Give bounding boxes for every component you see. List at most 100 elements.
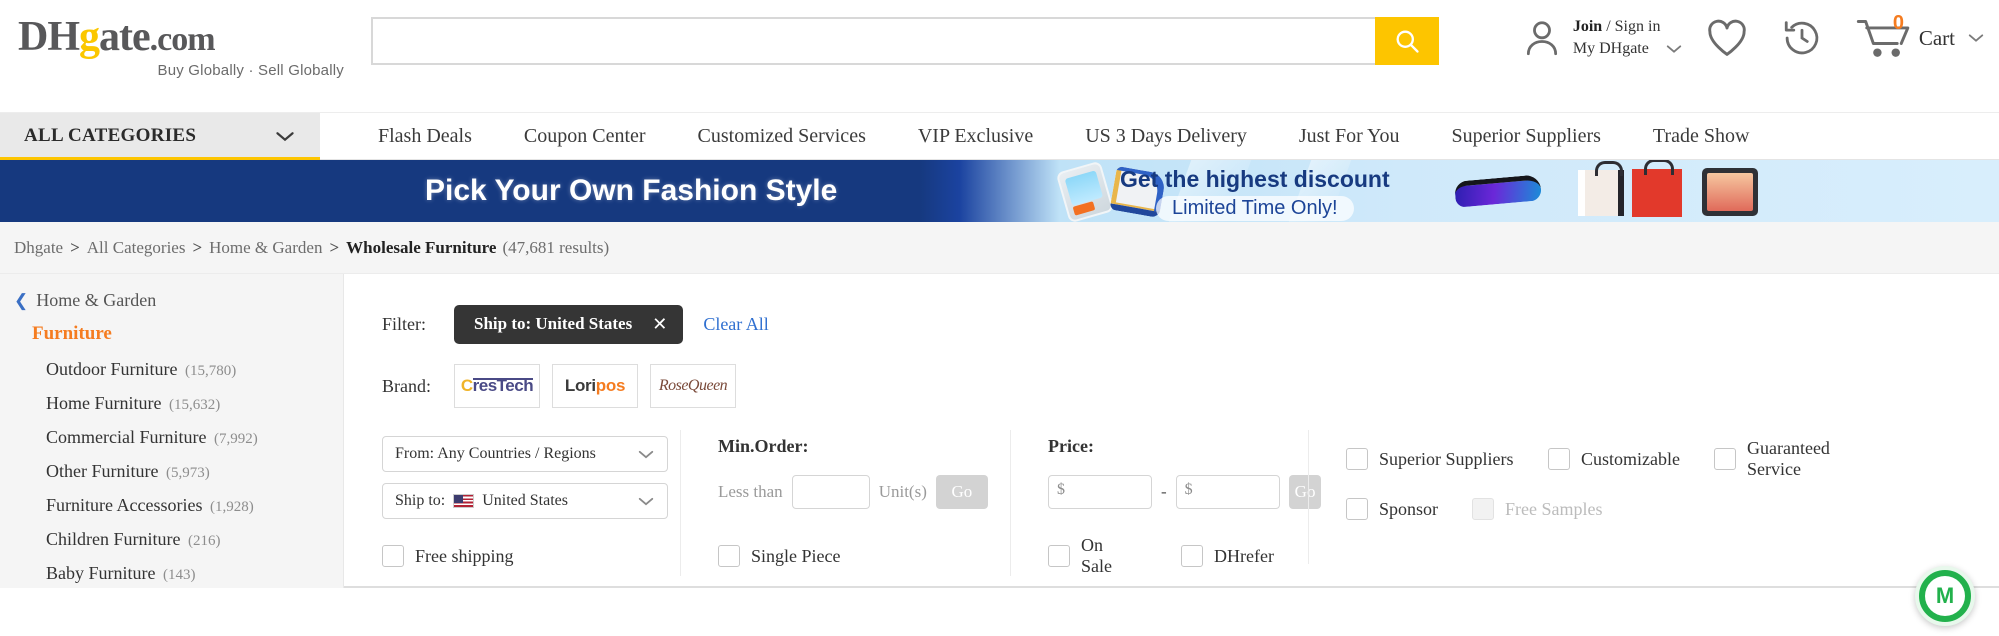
active-filter-label: Ship to: United States — [474, 314, 632, 334]
nav-item-flash-deals[interactable]: Flash Deals — [352, 125, 498, 148]
search-input[interactable] — [371, 17, 1375, 65]
sidebar-back-label: Home & Garden — [36, 290, 156, 311]
price-range-dash: - — [1161, 482, 1167, 502]
checkbox-label: Free Samples — [1505, 499, 1602, 520]
breadcrumb-dhgate[interactable]: Dhgate — [14, 238, 63, 258]
us-flag-icon — [453, 494, 474, 508]
sidebar-item-furniture-accessories[interactable]: Furniture Accessories (1,928) — [0, 495, 343, 516]
search-button[interactable] — [1375, 17, 1439, 65]
sidebar-item-commercial-furniture[interactable]: Commercial Furniture (7,992) — [0, 427, 343, 448]
min-order-input[interactable] — [792, 475, 870, 509]
active-filter-ship-to[interactable]: Ship to: United States ✕ — [454, 305, 683, 344]
chevron-down-icon — [637, 449, 655, 460]
logo-slogan: Buy Globally · Sell Globally — [18, 62, 348, 79]
checkbox-label: DHrefer — [1214, 546, 1274, 567]
checkbox-label: Customizable — [1581, 449, 1680, 470]
my-dhgate-label[interactable]: My DHgate — [1573, 38, 1649, 60]
nav-item-superior-suppliers[interactable]: Superior Suppliers — [1425, 125, 1626, 148]
sidebar-item-count: (216) — [188, 533, 221, 549]
breadcrumb-all-categories[interactable]: All Categories — [87, 238, 186, 258]
brand-logo-loripos: Loripos — [565, 376, 625, 396]
sidebar-item-outdoor-furniture[interactable]: Outdoor Furniture (15,780) — [0, 359, 343, 380]
checkbox-single-piece[interactable]: Single Piece — [718, 545, 840, 567]
dhgate-category-page: DHgate.com Buy Globally · Sell Globally … — [0, 0, 1999, 636]
ship-to-value-wrap: Ship to: United States — [395, 492, 568, 510]
brand-option-rosequeen[interactable]: RoseQueen — [650, 364, 736, 408]
chat-widget-icon: M — [1925, 576, 1965, 616]
search-icon — [1393, 27, 1421, 55]
main-navigation: ALL CATEGORIES Flash Deals Coupon Center… — [0, 112, 1999, 160]
checkbox-sponsor[interactable]: Sponsor — [1346, 498, 1438, 520]
checkbox-box[interactable] — [718, 545, 740, 567]
sidebar-title-furniture[interactable]: Furniture — [0, 323, 343, 345]
checkbox-customizable[interactable]: Customizable — [1548, 438, 1680, 480]
sidebar-item-other-furniture[interactable]: Other Furniture (5,973) — [0, 461, 343, 482]
cart-label: Cart — [1919, 26, 1955, 51]
close-icon[interactable]: ✕ — [652, 314, 667, 335]
sidebar-item-count: (143) — [163, 567, 196, 583]
logo-dh: DH — [18, 14, 79, 60]
nav-item-us-3-days-delivery[interactable]: US 3 Days Delivery — [1059, 125, 1273, 148]
banner-bag-red-image — [1632, 169, 1682, 217]
ship-to-select[interactable]: Ship to: United States — [382, 483, 668, 519]
checkbox-box[interactable] — [1181, 545, 1203, 567]
breadcrumb-home-garden[interactable]: Home & Garden — [209, 238, 322, 258]
nav-item-customized-services[interactable]: Customized Services — [672, 125, 892, 148]
checkbox-box[interactable] — [1048, 545, 1070, 567]
all-categories-button[interactable]: ALL CATEGORIES — [0, 113, 320, 159]
checkbox-on-sale[interactable]: On Sale — [1048, 535, 1133, 577]
min-order-go-button[interactable]: Go — [936, 475, 988, 509]
sidebar-item-label: Baby Furniture — [46, 563, 156, 583]
sidebar-item-count: (15,780) — [185, 363, 236, 379]
logo-text: DHgate.com — [18, 16, 348, 58]
browsing-history-button[interactable] — [1765, 17, 1839, 59]
cart-button[interactable]: 0 Cart — [1839, 16, 1985, 60]
checkbox-box[interactable] — [1346, 448, 1368, 470]
checkbox-free-shipping[interactable]: Free shipping — [382, 545, 514, 567]
history-icon — [1781, 17, 1823, 59]
signin-link[interactable]: Sign in — [1615, 18, 1661, 35]
sidebar-item-home-furniture[interactable]: Home Furniture (15,632) — [0, 393, 343, 414]
checkbox-box[interactable] — [1714, 448, 1736, 470]
account-text: Join / Sign in My DHgate — [1573, 16, 1683, 59]
from-country-select[interactable]: From: Any Countries / Regions — [382, 436, 668, 472]
checkbox-label: Single Piece — [751, 546, 840, 567]
brand-option-crestech[interactable]: CresTech — [454, 364, 540, 408]
nav-item-vip-exclusive[interactable]: VIP Exclusive — [892, 125, 1059, 148]
bottom-cell-sale-dhrefer: On Sale DHrefer — [1010, 528, 1308, 584]
brand-logo-crestech: CresTech — [461, 376, 533, 396]
search-area — [371, 17, 1439, 65]
chevron-left-icon: ❮ — [14, 291, 28, 311]
sidebar-back-home-garden[interactable]: ❮ Home & Garden — [0, 290, 343, 311]
checkbox-dhrefer[interactable]: DHrefer — [1181, 545, 1274, 567]
checkbox-superior-suppliers[interactable]: Superior Suppliers — [1346, 438, 1514, 480]
account-divider: / — [1602, 18, 1614, 35]
checkbox-box[interactable] — [1548, 448, 1570, 470]
join-link[interactable]: Join — [1573, 18, 1602, 35]
nav-item-trade-show[interactable]: Trade Show — [1627, 125, 1776, 148]
clear-all-button[interactable]: Clear All — [703, 314, 769, 335]
chat-widget-button[interactable]: M — [1915, 566, 1975, 626]
site-header: DHgate.com Buy Globally · Sell Globally … — [0, 0, 1999, 112]
checkbox-box[interactable] — [382, 545, 404, 567]
brand-option-loripos[interactable]: Loripos — [552, 364, 638, 408]
promo-banner[interactable]: Pick Your Own Fashion Style Get the high… — [0, 160, 1999, 222]
checkbox-guaranteed-service[interactable]: Guaranteed Service — [1714, 438, 1882, 480]
logo-com: .com — [150, 21, 215, 58]
sidebar-item-label: Other Furniture — [46, 461, 158, 481]
chevron-down-icon — [274, 130, 296, 143]
sidebar-item-baby-furniture[interactable]: Baby Furniture (143) — [0, 563, 343, 584]
wishlist-button[interactable] — [1689, 18, 1765, 58]
header-right-actions: Join / Sign in My DHgate — [1521, 16, 1985, 60]
price-controls: $ - $ Go — [1048, 475, 1308, 509]
site-logo[interactable]: DHgate.com Buy Globally · Sell Globally — [18, 16, 348, 79]
checkbox-box[interactable] — [1346, 498, 1368, 520]
sidebar-item-count: (7,992) — [214, 431, 258, 447]
sidebar-item-children-furniture[interactable]: Children Furniture (216) — [0, 529, 343, 550]
nav-item-just-for-you[interactable]: Just For You — [1273, 125, 1426, 148]
nav-item-coupon-center[interactable]: Coupon Center — [498, 125, 672, 148]
account-menu[interactable]: Join / Sign in My DHgate — [1521, 16, 1689, 59]
brand-filter-row: Brand: CresTech Loripos RoseQueen — [344, 346, 1999, 420]
banner-left-text: Pick Your Own Fashion Style — [425, 174, 837, 208]
all-categories-label: ALL CATEGORIES — [24, 125, 196, 147]
